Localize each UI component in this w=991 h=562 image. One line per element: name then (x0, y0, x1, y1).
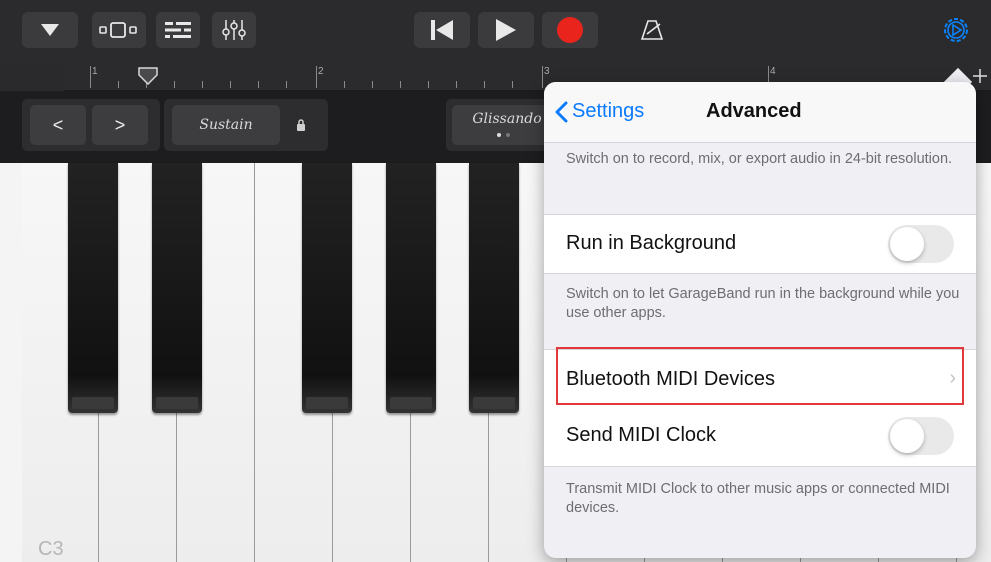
note-label: C3 (38, 538, 64, 560)
back-button[interactable]: Settings (554, 100, 644, 123)
play-icon (496, 19, 516, 41)
ruler-tick (400, 81, 401, 88)
rewind-icon (431, 20, 453, 40)
send-midi-clock-row: Send MIDI Clock (544, 408, 976, 467)
back-label: Settings (572, 100, 645, 122)
run-in-background-label: Run in Background (566, 232, 737, 254)
ruler-tick (372, 81, 373, 88)
ruler-tick (512, 81, 513, 88)
mixer-icon (222, 20, 246, 40)
track-controls-button[interactable] (156, 12, 200, 48)
ruler-tick (258, 81, 259, 88)
bar-line (316, 66, 317, 88)
toolbar (0, 0, 991, 64)
rewind-button[interactable] (414, 12, 470, 48)
octave-down-button[interactable]: < (30, 105, 86, 145)
black-key[interactable] (302, 163, 352, 413)
metronome-button[interactable] (630, 12, 674, 48)
black-key[interactable] (152, 163, 202, 413)
ruler-tick (286, 81, 287, 88)
track-controls-icon (165, 21, 191, 39)
settings-popover: Settings Advanced Switch on to record, m… (544, 82, 976, 558)
bar-line (90, 66, 91, 88)
highlight-box (556, 347, 964, 405)
garageband-window: 1 2 3 4 < > Sustain Glissando C3 Setting… (0, 0, 991, 562)
ruler-tick (428, 81, 429, 88)
dropdown-button[interactable] (22, 12, 78, 48)
tracks-view-button[interactable] (92, 12, 146, 48)
ruler-tick (230, 81, 231, 88)
dropdown-triangle-icon (41, 24, 59, 36)
ruler-tick (484, 81, 485, 88)
sustain-button[interactable]: Sustain (172, 105, 280, 145)
page-dot (506, 133, 510, 137)
send-midi-clock-label: Send MIDI Clock (566, 424, 717, 446)
record-button[interactable] (542, 12, 598, 48)
settings-button[interactable] (936, 12, 976, 48)
octave-up-button[interactable]: > (92, 105, 148, 145)
bar-line (542, 66, 543, 88)
play-button[interactable] (478, 12, 534, 48)
ruler-tick (174, 81, 175, 88)
ruler-tick (202, 81, 203, 88)
midi-clock-footer: Transmit MIDI Clock to other music apps … (566, 481, 950, 516)
run-in-background-toggle[interactable] (888, 225, 954, 263)
toggle-knob (890, 227, 924, 261)
page-dot-active (497, 133, 501, 137)
bar-number: 3 (544, 66, 550, 77)
metronome-icon (641, 20, 663, 40)
settings-gear-icon (944, 18, 968, 42)
toggle-knob (890, 419, 924, 453)
ruler-tick (118, 81, 119, 88)
black-key[interactable] (386, 163, 436, 413)
run-in-background-row: Run in Background (544, 214, 976, 274)
bar-number: 4 (770, 66, 776, 77)
chevron-left-icon (555, 101, 568, 122)
lock-icon[interactable] (296, 118, 306, 132)
audio-resolution-footer: Switch on to record, mix, or export audi… (566, 151, 953, 167)
mixer-button[interactable] (212, 12, 256, 48)
black-key[interactable] (68, 163, 118, 413)
ruler-tick (344, 81, 345, 88)
playhead-icon[interactable] (138, 67, 158, 85)
record-icon (557, 17, 583, 43)
send-midi-clock-toggle[interactable] (888, 417, 954, 455)
popover-navbar: Settings Advanced (544, 82, 976, 143)
bar-number: 2 (318, 66, 324, 77)
ruler-tick (456, 81, 457, 88)
page-title: Advanced (706, 100, 802, 122)
tracks-view-icon (99, 22, 137, 38)
black-key[interactable] (469, 163, 519, 413)
run-in-background-footer: Switch on to let GarageBand run in the b… (566, 286, 960, 321)
bar-number: 1 (92, 66, 98, 77)
